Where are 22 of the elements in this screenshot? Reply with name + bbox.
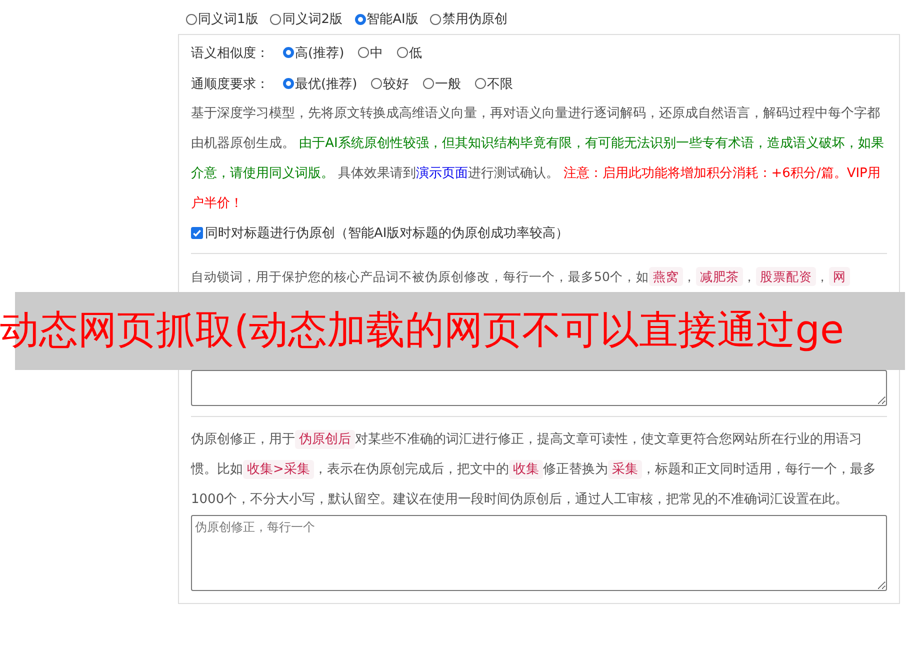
version-radio[interactable]: 同义词2版 <box>270 10 343 28</box>
description-text: 基于深度学习模型，先将原文转换成高维语义向量，再对语义向量进行逐词解码，还原成自然语言，解码过程中每个字都由机器原创生成。 由于AI系统原创性较强，但其知识结构毕竟有限，有可能无法识别一些专有术语，造成语义破坏，如果介意，请使用同义词版。 具体效果请到演示页面进行测试确认。 注意：启用此功能将增加积分消耗：+6积分/篇。VIP用户半价！ <box>191 105 885 213</box>
similarity-radio[interactable]: 低 <box>397 44 422 62</box>
lock-words-field[interactable] <box>191 370 887 406</box>
corrections-text: 伪原创修正，用于 伪原创后 对某些不准确的词汇进行修正，提高文章可读性，使文章更符合您网站所在行业的用语习惯。比如 收集>采集 ，表示在伪原创完成后，把文中的 收集 修正替换为 采集 ，标题和正文同时适用，每行一个，最多1000个，不分大小写，默认留空。建议在使用一段时间伪原创后，通过人工审核，把常见的不准确词汇设置在此。 <box>191 429 877 509</box>
demo-page-link[interactable]: 演示页面 <box>416 166 468 181</box>
title-checkbox[interactable] <box>191 227 203 239</box>
lock-words-text: 自动锁词，用于保护您的核心产品词不被伪原创修改，每行一个，最多50个，如 燕窝 ， 减肥茶 ， 股票配资 ， 网 <box>191 262 887 292</box>
similarity-label: 语义相似度： <box>191 44 269 62</box>
version-radio[interactable]: 同义词1版 <box>186 10 258 28</box>
fluency-radio[interactable]: 一般 <box>423 74 462 92</box>
similarity-radio[interactable]: 中 <box>358 44 384 62</box>
fluency-radio[interactable]: 最优(推荐) <box>283 74 358 92</box>
fluency-label: 通顺度要求： <box>191 76 269 92</box>
fluency-radio[interactable]: 不限 <box>475 74 514 92</box>
title-banner: 动态网页抓取(动态加载的网页不可以直接通过ge <box>0 292 905 370</box>
similarity-radio[interactable]: 高(推荐) <box>283 44 344 62</box>
corrections-field[interactable]: 伪原创修正，每行一个 <box>191 515 887 591</box>
title-option-label: 同时对标题进行伪原创（智能AI版对标题的伪原创成功率较高） <box>205 225 569 242</box>
version-radio[interactable]: 禁用伪原创 <box>430 10 508 28</box>
fluency-radio[interactable]: 较好 <box>371 74 410 92</box>
version-radio[interactable]: 智能AI版 <box>354 10 418 28</box>
